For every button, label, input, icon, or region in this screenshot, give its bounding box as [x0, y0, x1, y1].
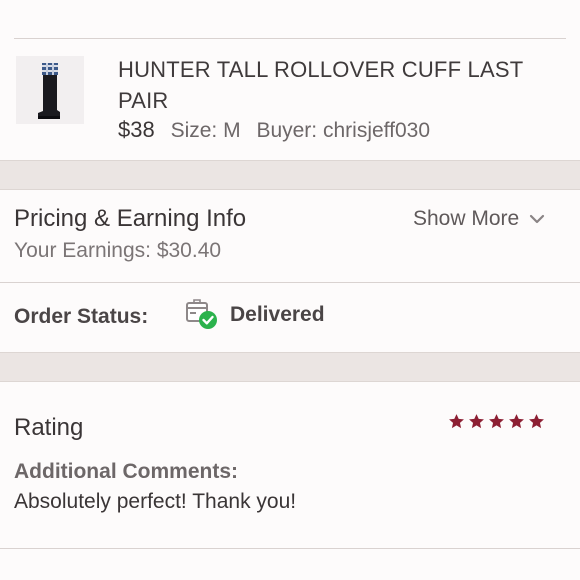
- item-meta: $38 Size: M Buyer: chrisjeff030: [118, 117, 430, 143]
- star-icon: [489, 414, 504, 429]
- chevron-down-icon: [530, 214, 545, 224]
- section-separator: [0, 160, 580, 190]
- section-separator: [0, 352, 580, 382]
- star-rating: [448, 413, 545, 430]
- size-value: M: [223, 119, 241, 142]
- size-label: Size:: [170, 119, 218, 142]
- pricing-title: Pricing & Earning Info: [14, 205, 247, 232]
- rain-boot-image: [16, 56, 84, 124]
- earnings-text: Your Earnings: $30.40: [14, 239, 222, 262]
- star-icon: [469, 414, 484, 429]
- show-more-button[interactable]: Show More: [413, 207, 545, 231]
- bottom-divider: [0, 548, 580, 549]
- star-icon: [449, 414, 464, 429]
- buyer-label: Buyer:: [256, 119, 318, 142]
- divider: [0, 282, 580, 283]
- delivered-package-icon: [186, 299, 217, 329]
- star-icon: [509, 414, 524, 429]
- item-thumbnail[interactable]: [16, 56, 84, 124]
- comments-text: Absolutely perfect! Thank you!: [14, 490, 297, 513]
- rating-label: Rating: [14, 414, 84, 441]
- top-divider: [14, 38, 566, 39]
- buyer-name[interactable]: chrisjeff030: [323, 119, 430, 142]
- item-title[interactable]: HUNTER TALL ROLLOVER CUFF LAST PAIR: [118, 54, 548, 116]
- order-status-value: Delivered: [230, 303, 325, 326]
- star-icon: [529, 414, 544, 429]
- item-price: $38: [118, 117, 155, 142]
- order-status-label: Order Status:: [14, 305, 149, 328]
- show-more-label: Show More: [413, 207, 520, 230]
- comments-label: Additional Comments:: [14, 460, 238, 483]
